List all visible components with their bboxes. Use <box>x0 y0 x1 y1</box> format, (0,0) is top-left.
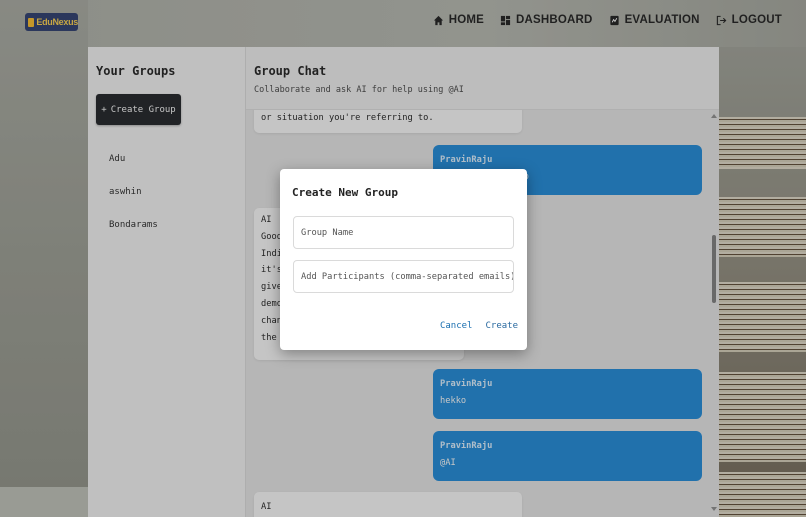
participants-input[interactable] <box>293 260 514 293</box>
modal-title: Create New Group <box>292 186 398 199</box>
create-button[interactable]: Create <box>485 321 518 331</box>
create-group-modal: Create New Group Cancel Create <box>280 169 527 350</box>
group-name-input[interactable] <box>293 216 514 249</box>
modal-actions: Cancel Create <box>440 321 518 331</box>
cancel-button[interactable]: Cancel <box>440 321 473 331</box>
